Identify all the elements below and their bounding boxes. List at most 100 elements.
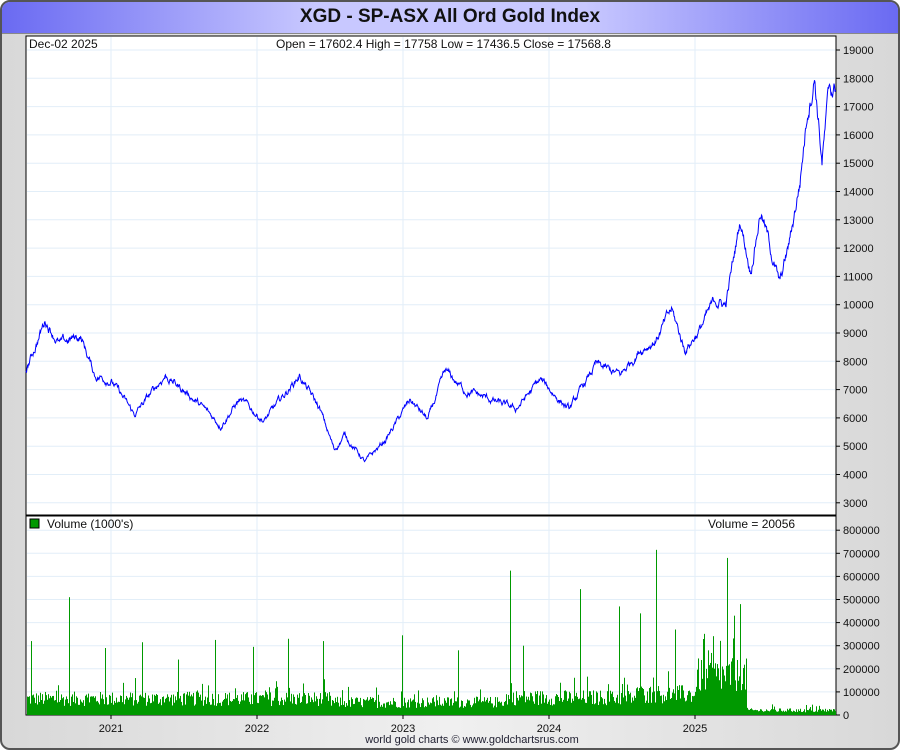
volume-bar bbox=[256, 692, 257, 715]
volume-bar bbox=[66, 696, 67, 715]
volume-bar bbox=[104, 704, 105, 715]
volume-bar bbox=[417, 702, 418, 715]
volume-bar bbox=[835, 711, 836, 715]
volume-bar bbox=[61, 694, 62, 715]
volume-bar bbox=[544, 702, 545, 715]
volume-bar bbox=[700, 690, 701, 715]
volume-bar bbox=[487, 697, 488, 715]
volume-bar bbox=[581, 699, 582, 715]
volume-bar bbox=[41, 700, 42, 715]
volume-bar bbox=[141, 696, 142, 715]
volume-bar bbox=[335, 697, 336, 715]
volume-bar bbox=[162, 697, 163, 715]
volume-bar bbox=[809, 708, 810, 715]
volume-bar bbox=[685, 701, 686, 715]
volume-bar bbox=[711, 652, 712, 715]
volume-tick-label: 800000 bbox=[843, 525, 880, 537]
volume-bar bbox=[136, 700, 137, 715]
volume-bar bbox=[387, 702, 388, 715]
volume-bar bbox=[541, 703, 542, 715]
volume-bar bbox=[285, 701, 286, 715]
volume-bar bbox=[248, 697, 249, 715]
volume-bar bbox=[571, 702, 572, 715]
volume-bar bbox=[690, 692, 691, 715]
volume-bar bbox=[118, 701, 119, 715]
volume-bar bbox=[197, 690, 198, 715]
volume-bar bbox=[38, 695, 39, 715]
volume-bar bbox=[150, 703, 151, 715]
volume-bar bbox=[456, 701, 457, 715]
volume-bar bbox=[800, 708, 801, 715]
volume-bar bbox=[559, 701, 560, 715]
volume-bar bbox=[405, 702, 406, 715]
volume-bar bbox=[440, 704, 441, 715]
volume-bar bbox=[801, 711, 802, 715]
volume-bar bbox=[49, 698, 50, 715]
volume-bar bbox=[247, 692, 248, 715]
volume-bar bbox=[610, 690, 611, 715]
volume-bar bbox=[155, 695, 156, 715]
volume-bar bbox=[51, 697, 52, 715]
volume-bar bbox=[306, 703, 307, 715]
volume-bar bbox=[273, 700, 274, 715]
volume-bar bbox=[576, 692, 577, 715]
volume-bar bbox=[295, 703, 296, 715]
volume-bar bbox=[303, 683, 304, 715]
price-panel bbox=[25, 35, 837, 516]
volume-spike-bar bbox=[523, 645, 524, 715]
volume-bar bbox=[100, 691, 101, 715]
volume-bar bbox=[607, 691, 608, 715]
volume-bar bbox=[772, 704, 773, 715]
volume-bar bbox=[59, 701, 60, 715]
volume-bar bbox=[395, 701, 396, 715]
volume-bar bbox=[707, 678, 708, 715]
volume-bar bbox=[648, 702, 649, 715]
volume-bar bbox=[781, 710, 782, 715]
volume-bar bbox=[180, 695, 181, 715]
volume-bar bbox=[368, 700, 369, 715]
volume-bar bbox=[261, 695, 262, 715]
volume-bar bbox=[679, 685, 680, 715]
volume-bar bbox=[97, 700, 98, 715]
volume-bar bbox=[491, 703, 492, 715]
volume-bar bbox=[759, 710, 760, 715]
volume-bar bbox=[572, 698, 573, 715]
volume-bar bbox=[194, 705, 195, 715]
volume-bar bbox=[822, 709, 823, 715]
volume-bar bbox=[668, 671, 669, 715]
volume-bar bbox=[110, 695, 111, 715]
volume-bar bbox=[348, 686, 349, 715]
volume-bar bbox=[574, 677, 575, 715]
volume-bar bbox=[751, 708, 752, 715]
volume-bar bbox=[451, 698, 452, 715]
volume-bar bbox=[520, 697, 521, 715]
volume-bar bbox=[662, 703, 663, 715]
volume-bar bbox=[821, 710, 822, 715]
volume-bar bbox=[425, 706, 426, 715]
volume-bar bbox=[384, 703, 385, 715]
volume-bar bbox=[257, 702, 258, 715]
volume-bar bbox=[107, 704, 108, 715]
volume-bar bbox=[532, 696, 533, 715]
volume-bar bbox=[501, 701, 502, 715]
volume-bar bbox=[805, 712, 806, 715]
volume-bar bbox=[278, 700, 279, 715]
price-tick-label: 4000 bbox=[843, 470, 867, 482]
volume-tick-label: 600000 bbox=[843, 571, 880, 583]
volume-bar bbox=[802, 711, 803, 715]
volume-bar bbox=[593, 690, 594, 715]
volume-bar bbox=[563, 699, 564, 715]
volume-bar bbox=[109, 694, 110, 715]
volume-bar bbox=[198, 692, 199, 715]
volume-bar bbox=[45, 691, 46, 715]
volume-bar bbox=[351, 697, 352, 715]
volume-bar bbox=[184, 693, 185, 715]
volume-bar bbox=[496, 707, 497, 715]
volume-bar bbox=[52, 696, 53, 715]
volume-bar bbox=[235, 688, 236, 715]
volume-bar bbox=[535, 691, 536, 715]
volume-bar bbox=[231, 701, 232, 715]
volume-bar bbox=[681, 685, 682, 715]
volume-bar bbox=[338, 702, 339, 715]
volume-bar bbox=[415, 701, 416, 715]
